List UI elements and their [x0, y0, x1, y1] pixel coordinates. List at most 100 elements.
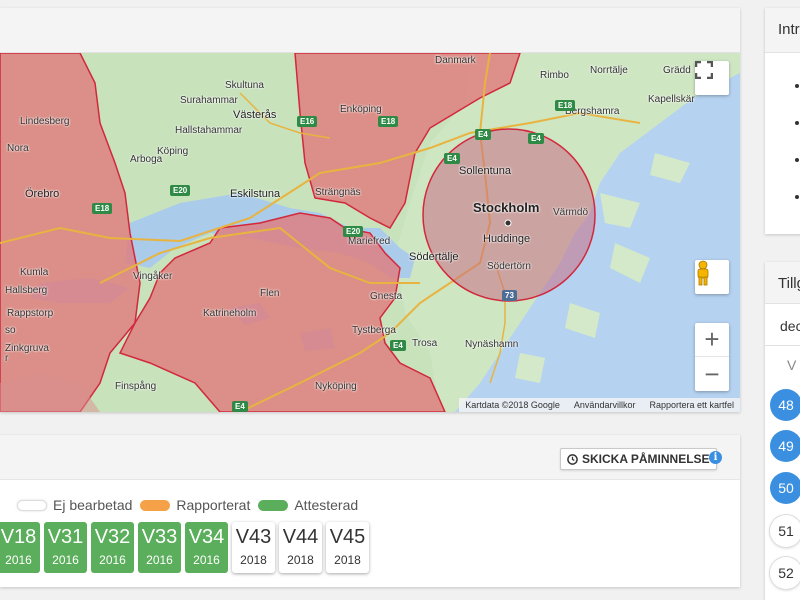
- week-year: 2016: [5, 553, 32, 567]
- week-button[interactable]: V44 2018: [279, 522, 322, 573]
- legend-item-ej-bearbetad: Ej bearbetad: [0, 497, 132, 513]
- place-label: Stockholm: [473, 200, 540, 215]
- legend-label: Attesterad: [294, 497, 359, 513]
- road-shield: E4: [475, 129, 491, 140]
- week-button[interactable]: V43 2018: [232, 522, 275, 573]
- legend-swatch: [258, 499, 289, 511]
- week-button[interactable]: V31 2016: [44, 522, 87, 573]
- place-label: Södertörn: [487, 261, 531, 272]
- fullscreen-button[interactable]: [695, 61, 729, 95]
- road-shield: 73: [502, 290, 517, 301]
- place-label: Zinkgruva: [5, 343, 49, 354]
- map-card-header: [0, 8, 740, 53]
- divider: [765, 345, 800, 346]
- place-label: Rimbo: [540, 70, 569, 81]
- road-shield: E20: [170, 185, 191, 196]
- place-label: Södertälje: [409, 251, 459, 263]
- legend-label: Rapporterat: [176, 497, 251, 513]
- week-year: 2018: [334, 553, 361, 567]
- zoom-out-button[interactable]: −: [695, 357, 729, 391]
- map[interactable]: Danmark Norrtälje Rimbo Grädd Skultuna S…: [0, 53, 740, 412]
- place-label: Lindesberg: [20, 116, 70, 127]
- availability-week-51[interactable]: 51: [770, 515, 800, 547]
- week-button[interactable]: V34 2016: [185, 522, 228, 573]
- report-card: SKICKA PÅMINNELSE i Ej bearbetad Rapport…: [0, 435, 740, 587]
- week-year: 2016: [99, 553, 126, 567]
- place-label: Nora: [7, 143, 29, 154]
- legend-swatch: [140, 499, 171, 511]
- week-label: V18: [0, 526, 37, 548]
- map-data-credit: Kartdata ©2018 Google: [465, 400, 560, 410]
- road-shield: E4: [390, 340, 406, 351]
- availability-card-title: Tillg: [765, 262, 800, 304]
- place-label: Trosa: [412, 338, 438, 349]
- report-map-error-link[interactable]: Rapportera ett kartfel: [649, 400, 734, 410]
- availability-month: dec: [780, 318, 800, 334]
- place-label: so: [5, 325, 16, 336]
- place-label: Grädd: [663, 65, 691, 76]
- street-view-button[interactable]: [695, 260, 729, 294]
- place-label: Danmark: [435, 55, 476, 66]
- availability-card: Tillg dec V 48 49 50 51 52: [765, 262, 800, 600]
- week-column-header: V: [787, 357, 797, 373]
- availability-week-49[interactable]: 49: [770, 430, 800, 462]
- availability-week-52[interactable]: 52: [770, 557, 800, 589]
- week-button[interactable]: V32 2016: [91, 522, 134, 573]
- place-label: Skultuna: [225, 80, 264, 91]
- place-label: Surahammar: [180, 95, 238, 106]
- list-bullet: [795, 195, 799, 199]
- place-label: Sollentuna: [459, 165, 511, 177]
- place-label: Eskilstuna: [230, 188, 281, 200]
- send-reminder-button[interactable]: SKICKA PÅMINNELSE: [560, 448, 717, 470]
- stockholm-marker: [504, 219, 512, 227]
- map-attribution: Kartdata ©2018 Google Användarvillkor Ra…: [459, 398, 740, 412]
- place-label: Kapellskär: [648, 94, 695, 105]
- place-label: Arboga: [130, 154, 163, 165]
- place-label: Vingåker: [133, 271, 173, 282]
- place-label: Strängnäs: [315, 187, 361, 198]
- week-button[interactable]: V45 2018: [326, 522, 369, 573]
- status-legend: Ej bearbetad Rapporterat Attesterad: [0, 497, 366, 513]
- list-bullet: [795, 158, 799, 162]
- zoom-control: + −: [695, 323, 729, 391]
- road-shield: E18: [378, 116, 399, 127]
- pegman-icon: [697, 260, 709, 286]
- send-reminder-label: SKICKA PÅMINNELSE: [582, 452, 710, 466]
- road-shield: E4: [528, 133, 544, 144]
- road-shield: E4: [232, 401, 248, 412]
- place-label: Rappstorp: [7, 308, 54, 319]
- week-button[interactable]: V18 2016: [0, 522, 40, 573]
- week-year: 2016: [52, 553, 79, 567]
- legend-label: Ej bearbetad: [53, 497, 133, 513]
- availability-week-50[interactable]: 50: [770, 472, 800, 504]
- week-label: V33: [141, 526, 178, 548]
- fullscreen-icon: [695, 61, 713, 79]
- place-label: Finspång: [115, 381, 157, 392]
- place-label: Gnesta: [370, 291, 403, 302]
- road-shield: E4: [444, 153, 460, 164]
- info-icon[interactable]: i: [709, 451, 722, 464]
- week-year: 2016: [146, 553, 173, 567]
- terms-link[interactable]: Användarvillkor: [574, 400, 636, 410]
- week-label: V31: [47, 526, 84, 548]
- place-label: Mariefred: [348, 236, 391, 247]
- legend-item-rapporterat: Rapporterat: [140, 497, 250, 513]
- list-bullet: [795, 121, 799, 125]
- place-label: Hallstahammar: [175, 125, 243, 136]
- place-label: Nynäshamn: [465, 339, 519, 350]
- week-button[interactable]: V33 2016: [138, 522, 181, 573]
- place-label: Enköping: [340, 104, 382, 115]
- report-card-header: SKICKA PÅMINNELSE i: [0, 435, 740, 480]
- clock-icon: [567, 453, 578, 465]
- week-label: V45: [329, 526, 366, 548]
- week-year: 2016: [193, 553, 220, 567]
- road-shield: E20: [343, 226, 364, 237]
- week-label: V43: [235, 526, 272, 548]
- road-shield: E18: [92, 203, 113, 214]
- map-card: Danmark Norrtälje Rimbo Grädd Skultuna S…: [0, 8, 740, 412]
- place-label: Katrineholm: [203, 308, 257, 319]
- availability-week-48[interactable]: 48: [770, 389, 800, 421]
- place-label: Flen: [260, 288, 280, 299]
- zoom-in-button[interactable]: +: [695, 323, 729, 357]
- place-label: Värmdö: [553, 207, 589, 218]
